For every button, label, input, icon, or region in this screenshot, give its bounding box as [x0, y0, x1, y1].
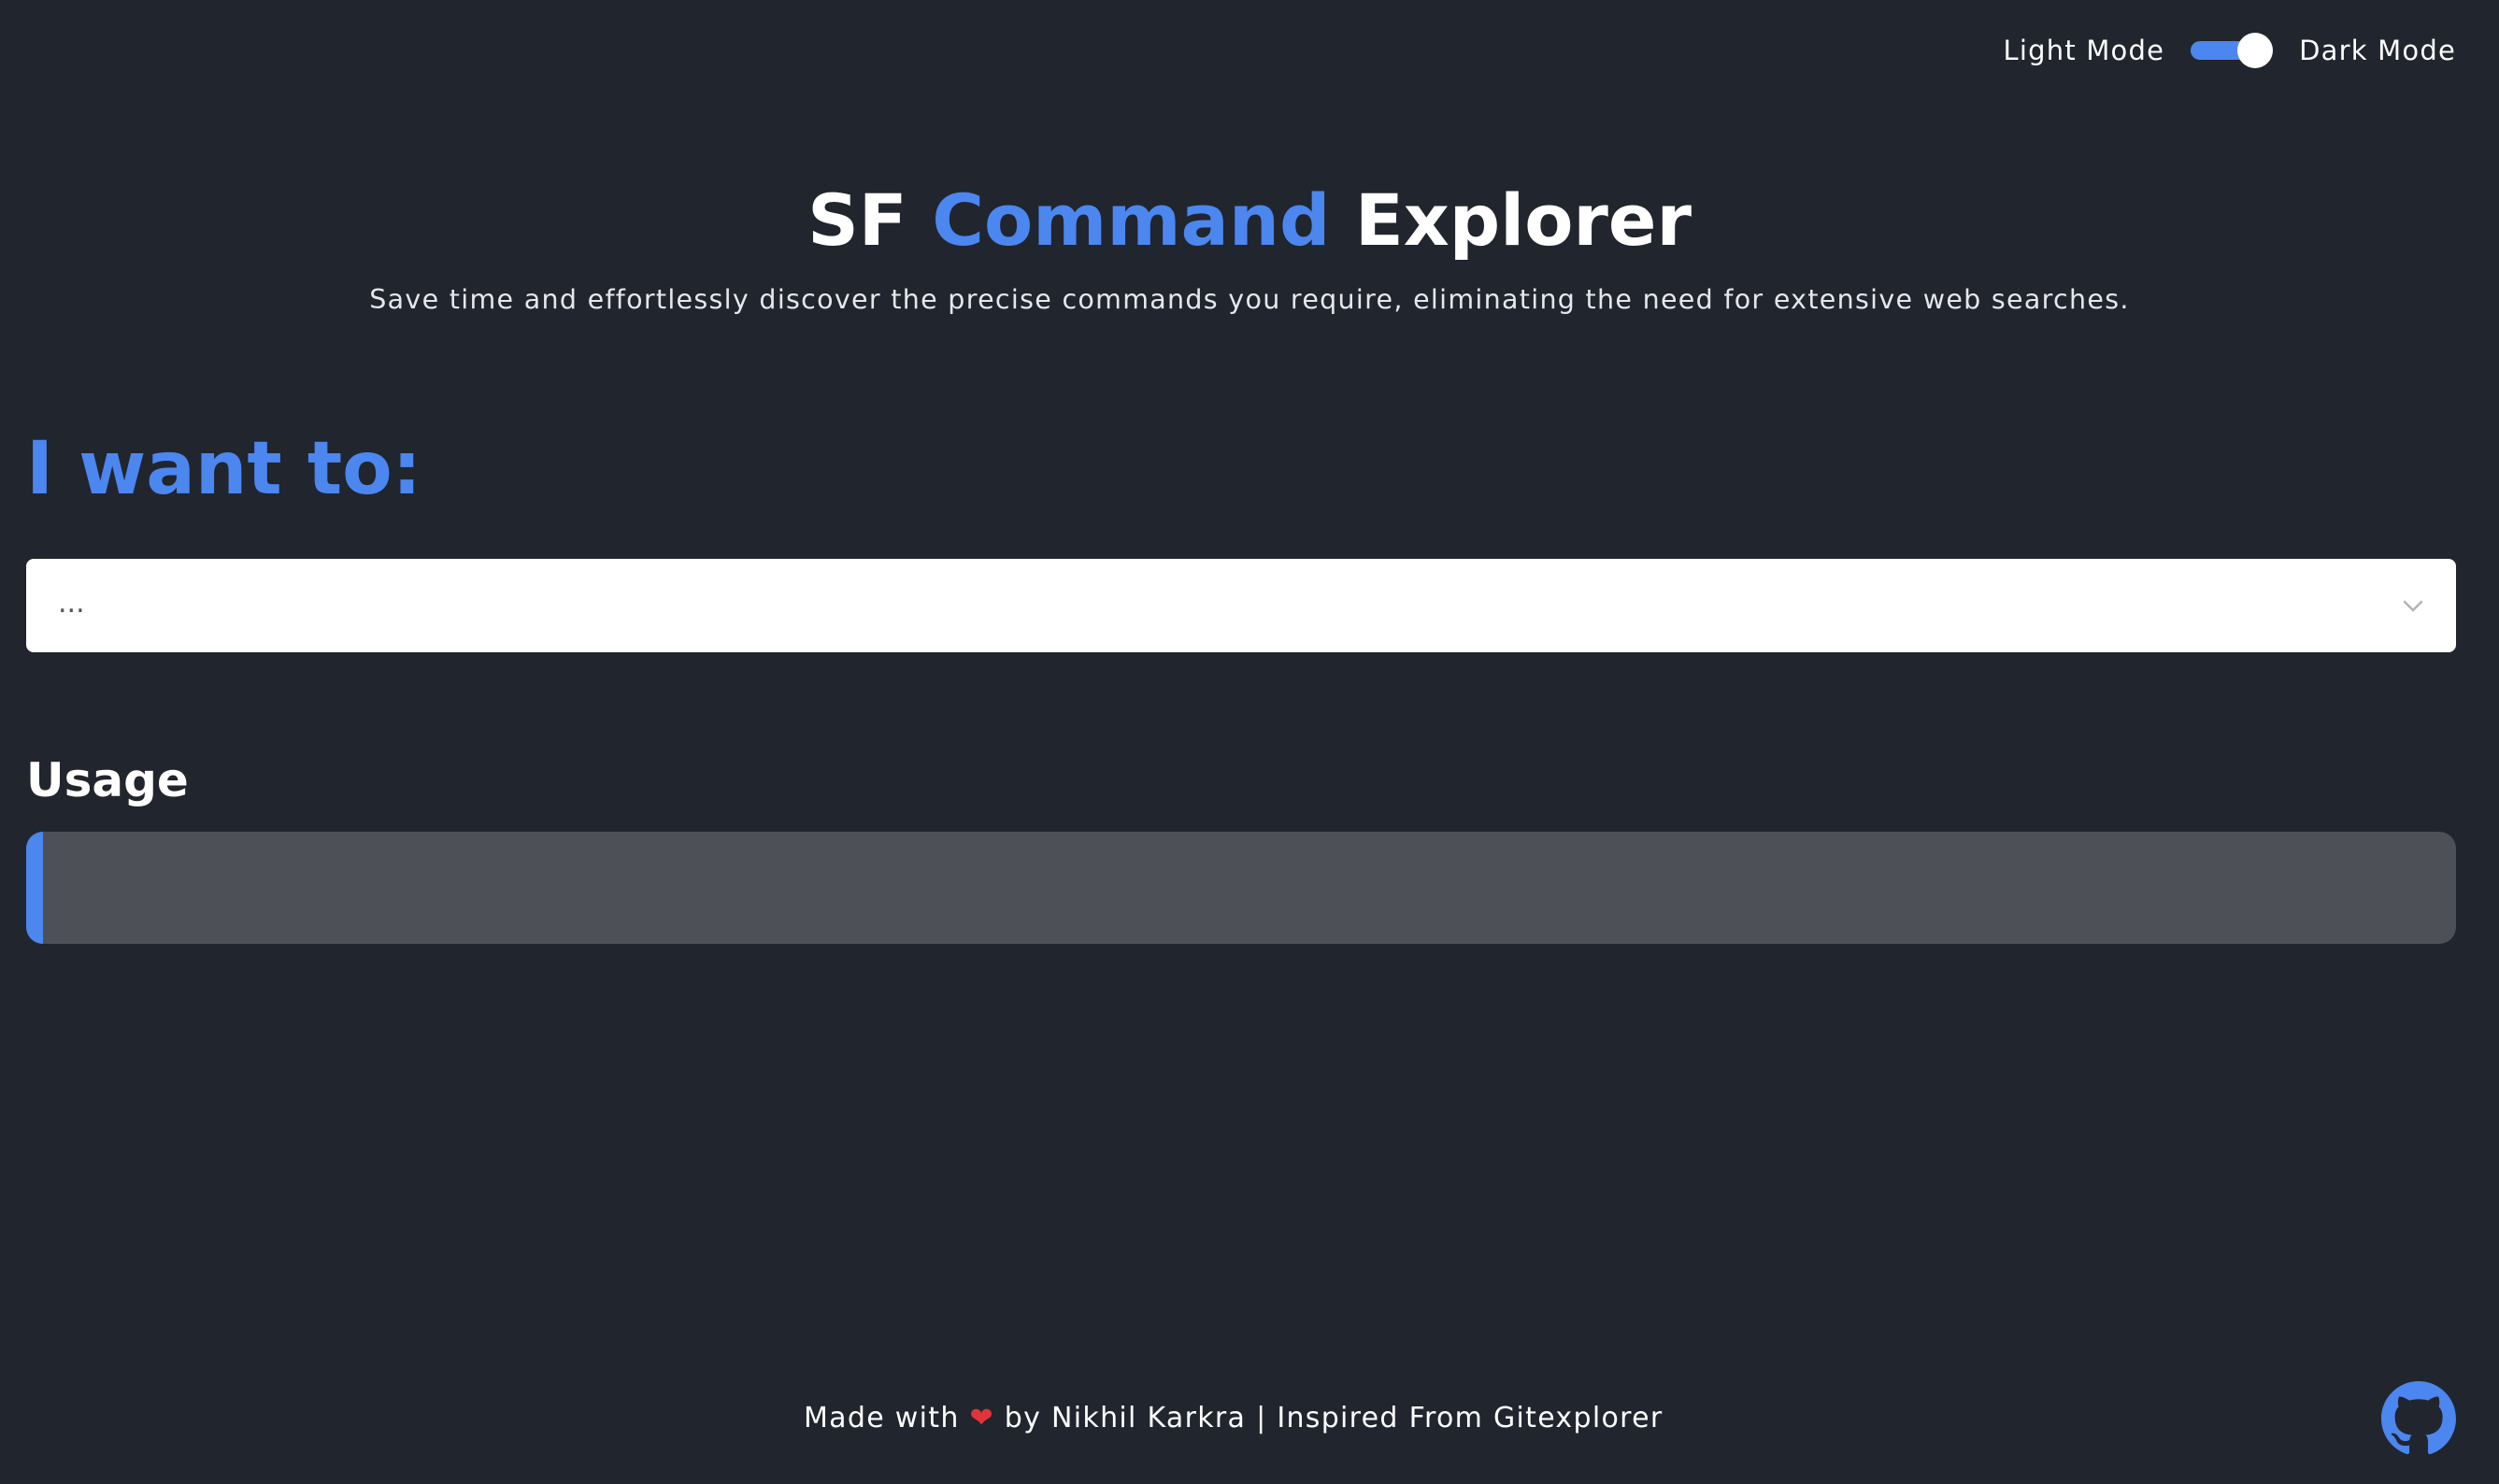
light-mode-label: Light Mode [2003, 35, 2165, 66]
footer-credits: by Nikhil Karkra | Inspired From Gitexpl… [1004, 1402, 1664, 1434]
dark-mode-label: Dark Mode [2299, 35, 2456, 66]
title-part-command: Command [932, 178, 1331, 262]
heart-icon: ❤ [969, 1402, 994, 1434]
usage-accent-bar [26, 832, 43, 944]
page-subtitle: Save time and effortlessly discover the … [369, 284, 2130, 315]
usage-heading: Usage [26, 753, 189, 807]
usage-output-box [26, 832, 2456, 944]
github-icon[interactable] [2381, 1381, 2456, 1456]
title-part-sf: SF [807, 178, 907, 262]
theme-switch-knob [2237, 33, 2274, 68]
chevron-down-icon[interactable] [2400, 592, 2426, 619]
footer: Made with ❤ by Nikhil Karkra | Inspired … [804, 1402, 1738, 1434]
footer-made-with: Made with [804, 1402, 960, 1434]
theme-toggle: Light Mode Dark Mode [2004, 33, 2456, 68]
title-part-explorer: Explorer [1354, 178, 1692, 262]
command-select[interactable]: ... [26, 559, 2456, 652]
theme-switch[interactable] [2191, 33, 2274, 68]
page-header: SF Command Explorer Save time and effort… [0, 174, 2499, 315]
command-select-value: ... [58, 587, 85, 620]
want-to-heading: I want to: [26, 427, 421, 511]
page-title: SF Command Explorer [0, 174, 2499, 267]
